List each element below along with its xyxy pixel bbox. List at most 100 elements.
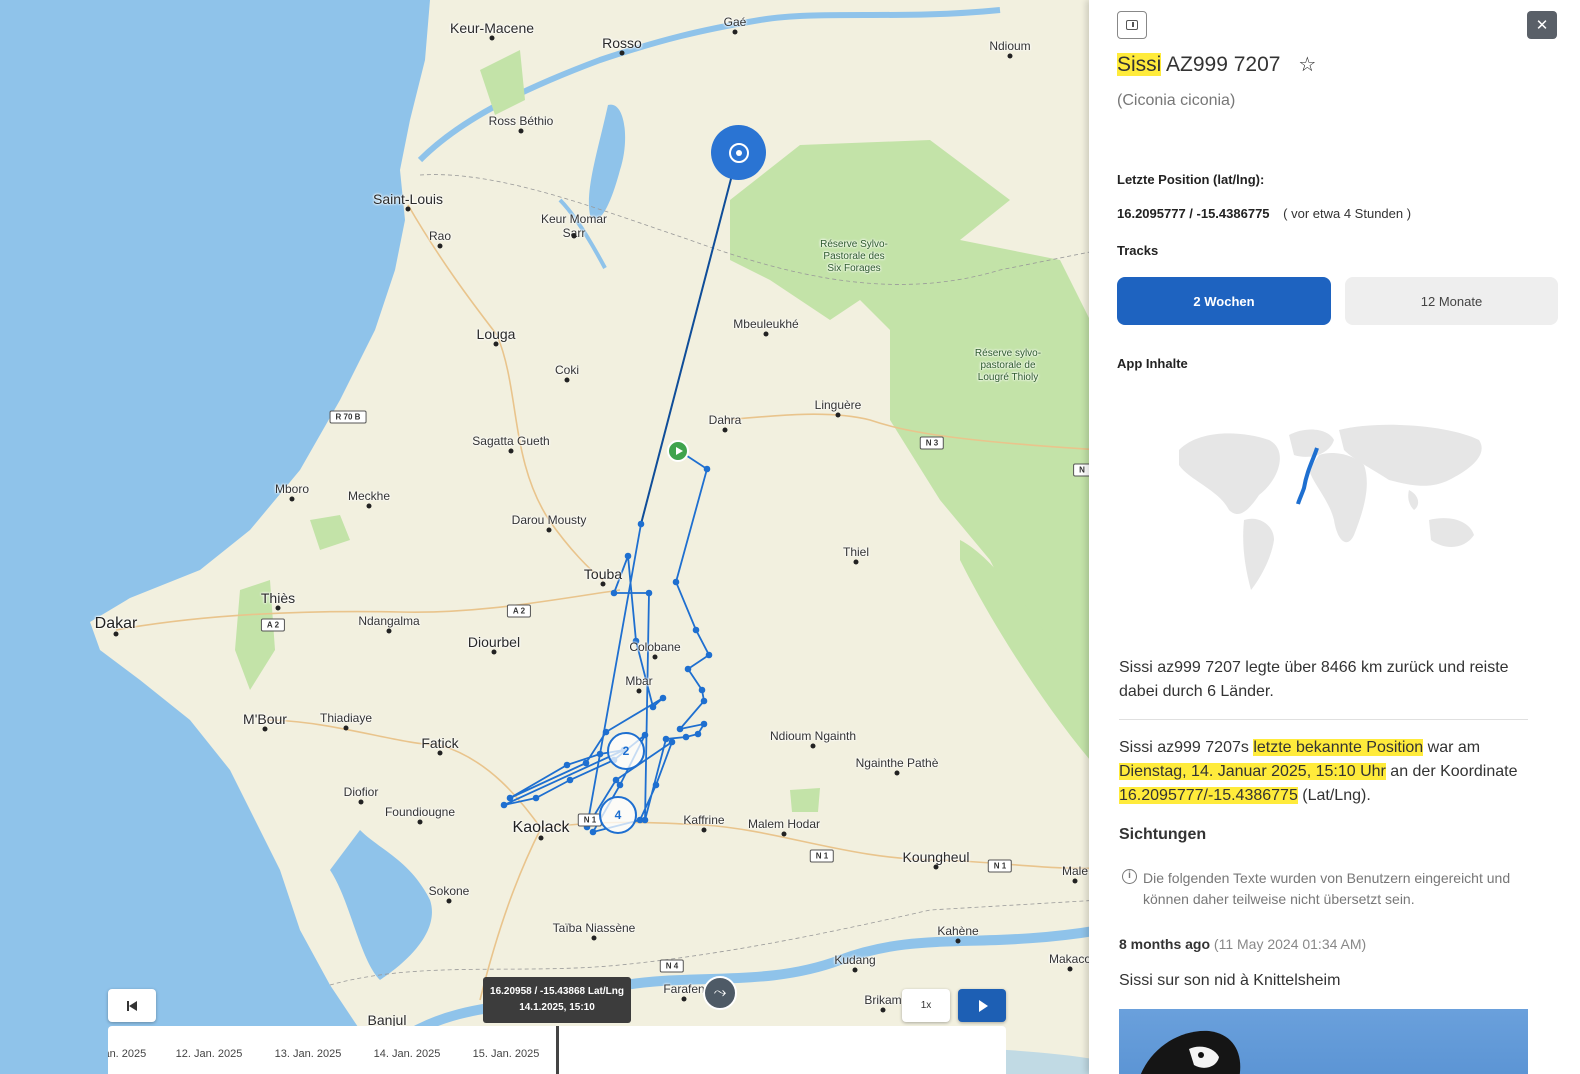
place-label: Ngainthe Pathè <box>855 756 939 770</box>
track-point[interactable] <box>500 801 508 809</box>
track-point[interactable] <box>652 781 660 789</box>
track-point[interactable] <box>662 735 670 743</box>
speed-button[interactable]: 1x <box>902 989 950 1022</box>
track-point[interactable] <box>506 794 514 802</box>
timeline-scrubber[interactable]: 1. Jan. 2025 12. Jan. 2025 13. Jan. 2025 14… <box>108 1026 1006 1074</box>
track-point[interactable] <box>602 728 610 736</box>
place-label: Coki <box>554 363 580 377</box>
place-dot <box>417 819 423 825</box>
summary-text: Sissi az999 7207 legte über 8466 km zurü… <box>1119 659 1509 700</box>
track-point[interactable] <box>610 589 618 597</box>
play-button[interactable] <box>958 989 1006 1022</box>
track-point[interactable] <box>668 738 676 746</box>
track-12-months-button[interactable]: 12 Monate <box>1345 277 1558 325</box>
place-label: Thiès <box>260 590 296 606</box>
track-point[interactable] <box>596 750 604 758</box>
position-text-part: an der Koordinate <box>1385 763 1518 780</box>
track-2-weeks-button[interactable]: 2 Wochen <box>1117 277 1331 325</box>
track-point[interactable] <box>532 794 540 802</box>
track-point[interactable] <box>649 703 657 711</box>
track-point[interactable] <box>676 725 684 733</box>
place-label: Darou Mousty <box>511 513 587 527</box>
position-highlight: letzte bekannte Position <box>1253 739 1424 756</box>
point-cluster[interactable]: 4 <box>599 796 637 834</box>
road-label: R 70 B <box>329 410 367 424</box>
map-view[interactable]: Keur-Macene Rosso Gaé Ndioum Ross Béthio Sain… <box>0 0 1100 1074</box>
stork-icon: ⤳ <box>713 984 727 1001</box>
place-dot <box>366 503 372 509</box>
road-label: N 3 <box>919 436 945 450</box>
track-point[interactable] <box>624 552 632 560</box>
track-point[interactable] <box>589 828 597 836</box>
track-point[interactable] <box>684 665 692 673</box>
rewind-button[interactable] <box>108 989 156 1022</box>
sightings-title: Sichtungen <box>1119 826 1207 843</box>
star-icon[interactable]: ☆ <box>1298 54 1316 76</box>
track-point[interactable] <box>582 759 590 767</box>
road-label: N 4 <box>659 959 685 973</box>
last-position-line: 16.2095777 / -15.4386775 ( vor etwa 4 St… <box>1117 206 1411 221</box>
track-point[interactable] <box>682 733 690 741</box>
place-dot <box>781 831 787 837</box>
reserve-label: Réserve Sylvo- Pastorale des Six Forages <box>820 239 888 274</box>
sighting-text: Sissi sur son nid à Knittelsheim <box>1119 972 1341 989</box>
place-dot <box>835 412 841 418</box>
place-dot <box>1072 878 1078 884</box>
sighting-photo[interactable] <box>1119 1009 1528 1074</box>
track-point[interactable] <box>659 694 667 702</box>
place-label: Linguère <box>814 398 862 412</box>
track-start-marker[interactable] <box>667 440 689 462</box>
track-point[interactable] <box>636 816 644 824</box>
track-point[interactable] <box>700 697 708 705</box>
track-point[interactable] <box>692 626 700 634</box>
current-position-marker[interactable] <box>711 125 766 180</box>
place-label: Gaé <box>723 15 747 29</box>
timeline-tick-label: 15. Jan. 2025 <box>472 1048 540 1060</box>
place-label: Foundiougne <box>384 805 456 819</box>
track-point[interactable] <box>698 686 706 694</box>
tooltip-coords: 16.20958 / -15.43868 Lat/Lng <box>490 986 624 997</box>
track-point[interactable] <box>703 465 711 473</box>
track-point[interactable] <box>694 730 702 738</box>
place-label: Sokone <box>428 884 470 898</box>
place-label: Louga <box>476 326 516 342</box>
divider <box>1119 719 1528 720</box>
close-button[interactable]: ✕ <box>1527 11 1557 39</box>
track-point[interactable] <box>672 578 680 586</box>
place-dot <box>518 128 524 134</box>
app-content-label: App Inhalte <box>1117 356 1188 371</box>
place-label: Ndioum <box>989 39 1031 53</box>
place-dot <box>405 206 411 212</box>
date-highlight: Dienstag, 14. Januar 2025, 15:10 Uhr <box>1119 763 1386 780</box>
place-dot <box>446 898 452 904</box>
track-point[interactable] <box>637 520 645 528</box>
target-icon <box>728 142 749 163</box>
detail-sidebar: ✕ Sissi AZ999 7207 ☆ (Ciconia ciconia) L… <box>1089 0 1580 1074</box>
place-dot <box>894 770 900 776</box>
position-text-part: war am <box>1423 739 1481 756</box>
tracks-label: Tracks <box>1117 243 1159 258</box>
track-point[interactable] <box>563 761 571 769</box>
track-point[interactable] <box>700 720 708 728</box>
place-dot <box>493 341 499 347</box>
point-cluster[interactable]: 2 <box>607 732 645 770</box>
place-label: Kaolack <box>512 819 570 836</box>
track-point[interactable] <box>566 776 574 784</box>
track-point[interactable] <box>641 731 649 739</box>
place-label: Dahra <box>708 413 742 427</box>
timeline-tick-label: 13. Jan. 2025 <box>274 1048 342 1060</box>
timeline-cursor[interactable] <box>556 1026 559 1074</box>
track-point[interactable] <box>612 776 620 784</box>
stork-avatar-marker[interactable]: ⤳ <box>703 976 737 1010</box>
place-label: Saint-Louis <box>372 191 444 207</box>
stork-photo-graphic <box>1141 1030 1241 1074</box>
track-point[interactable] <box>705 651 713 659</box>
panel-toggle-button[interactable] <box>1117 11 1147 39</box>
sightings-info: i Die folgenden Texte wurden von Benutze… <box>1122 868 1542 910</box>
sighting-ago: 8 months ago <box>1119 936 1211 952</box>
last-position-label: Letzte Position (lat/lng): <box>1117 172 1265 187</box>
track-point[interactable] <box>645 589 653 597</box>
position-text-part: Sissi az999 7207s <box>1119 739 1254 756</box>
place-dot <box>1007 53 1013 59</box>
place-dot <box>489 35 495 41</box>
